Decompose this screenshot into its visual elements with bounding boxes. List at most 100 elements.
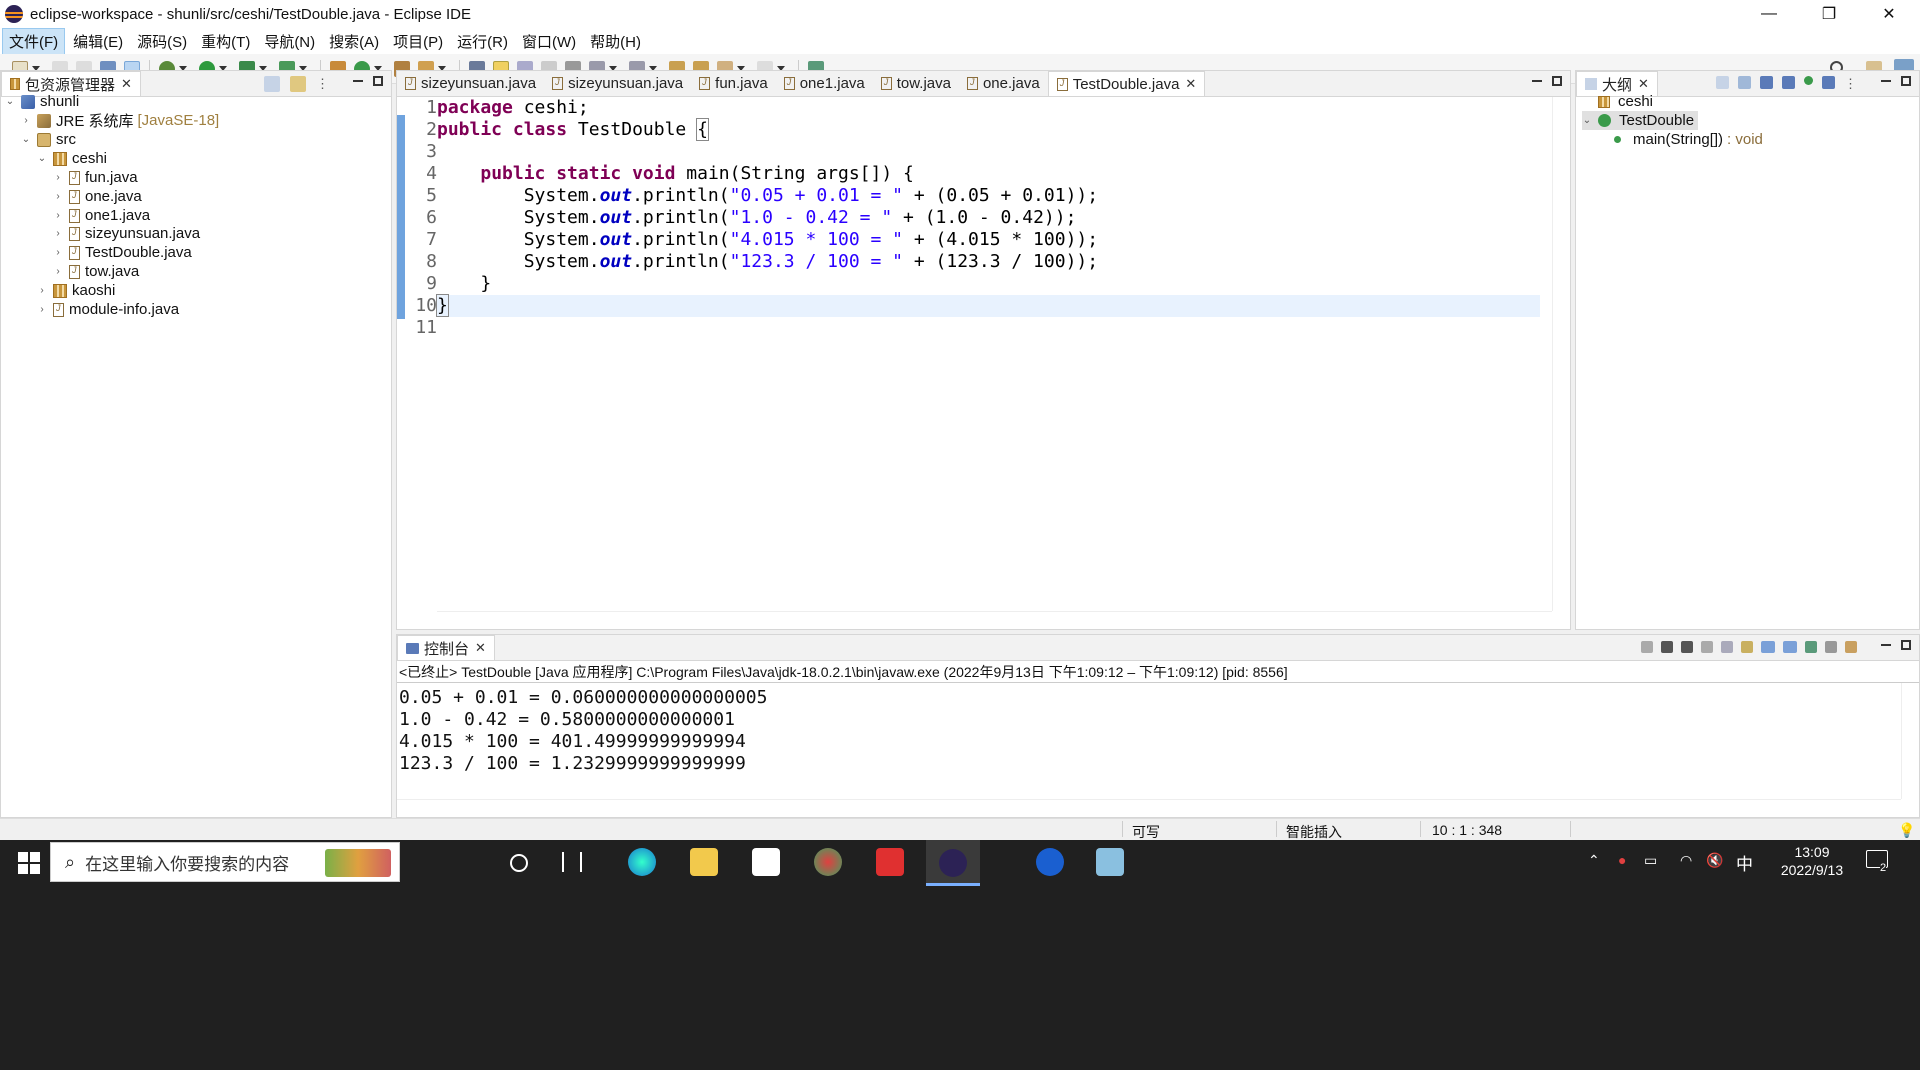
edge-icon[interactable] bbox=[628, 848, 656, 876]
maximize-icon[interactable] bbox=[1901, 640, 1911, 650]
clock-time[interactable]: 13:09 bbox=[1782, 844, 1842, 860]
chevron-right-icon[interactable]: › bbox=[53, 191, 63, 202]
wps-icon[interactable] bbox=[876, 848, 904, 876]
show-on-stdout-icon[interactable] bbox=[1761, 641, 1775, 653]
maximize-icon[interactable] bbox=[1552, 76, 1562, 86]
show-on-stderr-icon[interactable] bbox=[1783, 641, 1797, 653]
lightbulb-icon[interactable]: 💡 bbox=[1898, 822, 1915, 839]
close-icon[interactable]: ✕ bbox=[121, 76, 132, 92]
eclipse-taskbar-button[interactable] bbox=[926, 840, 980, 886]
notes-icon[interactable] bbox=[1096, 848, 1124, 876]
menu-run[interactable]: 运行(R) bbox=[451, 29, 514, 54]
tree-item-file[interactable]: ›TestDouble.java bbox=[53, 243, 191, 262]
console-horizontal-scrollbar[interactable] bbox=[397, 799, 1901, 817]
battery-icon[interactable]: ▭ bbox=[1644, 852, 1657, 869]
hide-non-public-icon[interactable] bbox=[1804, 76, 1813, 85]
maximize-icon[interactable] bbox=[1901, 76, 1911, 86]
minimize-icon[interactable] bbox=[1881, 76, 1891, 82]
terminate-icon[interactable] bbox=[1641, 641, 1653, 653]
chevron-down-icon[interactable]: ⌄ bbox=[1582, 115, 1592, 126]
chevron-right-icon[interactable]: › bbox=[53, 210, 63, 221]
chevron-right-icon[interactable]: › bbox=[53, 247, 63, 258]
collapse-all-icon[interactable] bbox=[1716, 76, 1729, 89]
chevron-down-icon[interactable]: ⌄ bbox=[5, 96, 15, 107]
windows-start-icon[interactable] bbox=[18, 852, 40, 874]
hide-local-types-icon[interactable] bbox=[1822, 76, 1835, 89]
chevron-up-icon[interactable]: ⌃ bbox=[1588, 852, 1600, 869]
chevron-right-icon[interactable]: › bbox=[53, 172, 63, 183]
clear-console-icon[interactable] bbox=[1701, 641, 1713, 653]
volume-muted-icon[interactable]: 🔇 bbox=[1706, 852, 1723, 869]
chevron-right-icon[interactable]: › bbox=[53, 266, 63, 277]
tray-app-icon[interactable]: ● bbox=[1618, 852, 1626, 868]
tree-item-file[interactable]: ›one.java bbox=[53, 187, 141, 206]
editor-tab[interactable]: fun.java bbox=[691, 71, 776, 96]
menu-navigate[interactable]: 导航(N) bbox=[258, 29, 321, 54]
tree-item-package-kaoshi[interactable]: › kaoshi bbox=[37, 281, 115, 300]
ime-indicator[interactable]: 中 bbox=[1736, 850, 1753, 875]
tree-item-package-ceshi[interactable]: ⌄ ceshi bbox=[37, 149, 107, 168]
minimize-icon[interactable] bbox=[1532, 76, 1542, 82]
chevron-down-icon[interactable]: ⌄ bbox=[37, 153, 47, 164]
menu-window[interactable]: 窗口(W) bbox=[516, 29, 582, 54]
chevron-right-icon[interactable]: › bbox=[37, 285, 47, 296]
file-explorer-icon[interactable] bbox=[690, 848, 718, 876]
chevron-right-icon[interactable]: › bbox=[53, 228, 63, 239]
task-view-icon[interactable] bbox=[510, 854, 528, 872]
app-icon[interactable] bbox=[1036, 848, 1064, 876]
minimize-icon[interactable] bbox=[1881, 640, 1891, 646]
close-icon[interactable]: ✕ bbox=[475, 640, 486, 656]
open-console-icon[interactable] bbox=[1845, 641, 1857, 653]
editor-tab[interactable]: tow.java bbox=[873, 71, 959, 96]
editor-tab[interactable]: sizeyunsuan.java bbox=[544, 71, 691, 96]
remove-launch-icon[interactable] bbox=[1661, 641, 1673, 653]
editor-tab[interactable]: sizeyunsuan.java bbox=[397, 71, 544, 96]
hide-static-icon[interactable] bbox=[1782, 76, 1795, 89]
close-button[interactable]: ✕ bbox=[1860, 0, 1918, 28]
word-wrap-icon[interactable] bbox=[1741, 641, 1753, 653]
menu-file[interactable]: 文件(F) bbox=[2, 27, 66, 55]
tree-item-file[interactable]: ›sizeyunsuan.java bbox=[53, 224, 200, 243]
menu-project[interactable]: 项目(P) bbox=[387, 29, 449, 54]
view-menu-icon[interactable]: ⋮ bbox=[316, 76, 329, 92]
console-vertical-scrollbar[interactable] bbox=[1901, 683, 1919, 799]
tree-item-file[interactable]: ›one1.java bbox=[53, 206, 150, 225]
tree-item-module-info[interactable]: ›module-info.java bbox=[37, 300, 179, 319]
widgets-icon[interactable] bbox=[562, 852, 582, 872]
tree-item-jre[interactable]: › JRE 系统库 [JavaSE-18] bbox=[21, 111, 219, 130]
remove-all-icon[interactable] bbox=[1681, 641, 1693, 653]
link-with-editor-icon[interactable] bbox=[290, 76, 306, 92]
clock-date[interactable]: 2022/9/13 bbox=[1776, 862, 1848, 878]
close-icon[interactable]: ✕ bbox=[1638, 76, 1649, 92]
store-icon[interactable] bbox=[752, 848, 780, 876]
minimize-button[interactable]: — bbox=[1740, 0, 1798, 28]
maximize-icon[interactable] bbox=[373, 76, 383, 86]
menu-refactor[interactable]: 重构(T) bbox=[195, 29, 256, 54]
outline-class[interactable]: ⌄ TestDouble bbox=[1582, 111, 1699, 130]
tree-item-file[interactable]: ›fun.java bbox=[53, 168, 137, 187]
chevron-down-icon[interactable]: ⌄ bbox=[21, 134, 31, 145]
wifi-icon[interactable]: ◠ bbox=[1680, 852, 1692, 869]
menu-help[interactable]: 帮助(H) bbox=[584, 29, 647, 54]
vertical-scrollbar[interactable] bbox=[1552, 97, 1570, 611]
hide-fields-icon[interactable] bbox=[1760, 76, 1773, 89]
pin-console-icon[interactable] bbox=[1805, 641, 1817, 653]
code-editor[interactable]: 1 2 3 4 5 6 7 8 9 10 11 package ceshi; p… bbox=[397, 97, 1570, 629]
editor-tab[interactable]: one.java bbox=[959, 71, 1048, 96]
menu-search[interactable]: 搜索(A) bbox=[323, 29, 385, 54]
scroll-lock-icon[interactable] bbox=[1721, 641, 1733, 653]
sort-icon[interactable] bbox=[1738, 76, 1751, 89]
tree-item-src[interactable]: ⌄ src bbox=[21, 130, 76, 149]
outline-package[interactable]: ceshi bbox=[1598, 92, 1653, 111]
tab-console[interactable]: 控制台 ✕ bbox=[397, 635, 495, 660]
menu-edit[interactable]: 编辑(E) bbox=[67, 29, 129, 54]
editor-tab[interactable]: one1.java bbox=[776, 71, 873, 96]
chevron-right-icon[interactable]: › bbox=[21, 115, 31, 126]
outline-method[interactable]: main(String[]): void bbox=[1614, 130, 1763, 149]
restore-button[interactable]: ❐ bbox=[1800, 0, 1858, 28]
horizontal-scrollbar[interactable] bbox=[437, 611, 1552, 629]
collapse-all-icon[interactable] bbox=[264, 76, 280, 92]
browser-icon[interactable] bbox=[814, 848, 842, 876]
view-menu-icon[interactable]: ⋮ bbox=[1844, 76, 1857, 92]
tree-item-file[interactable]: ›tow.java bbox=[53, 262, 139, 281]
